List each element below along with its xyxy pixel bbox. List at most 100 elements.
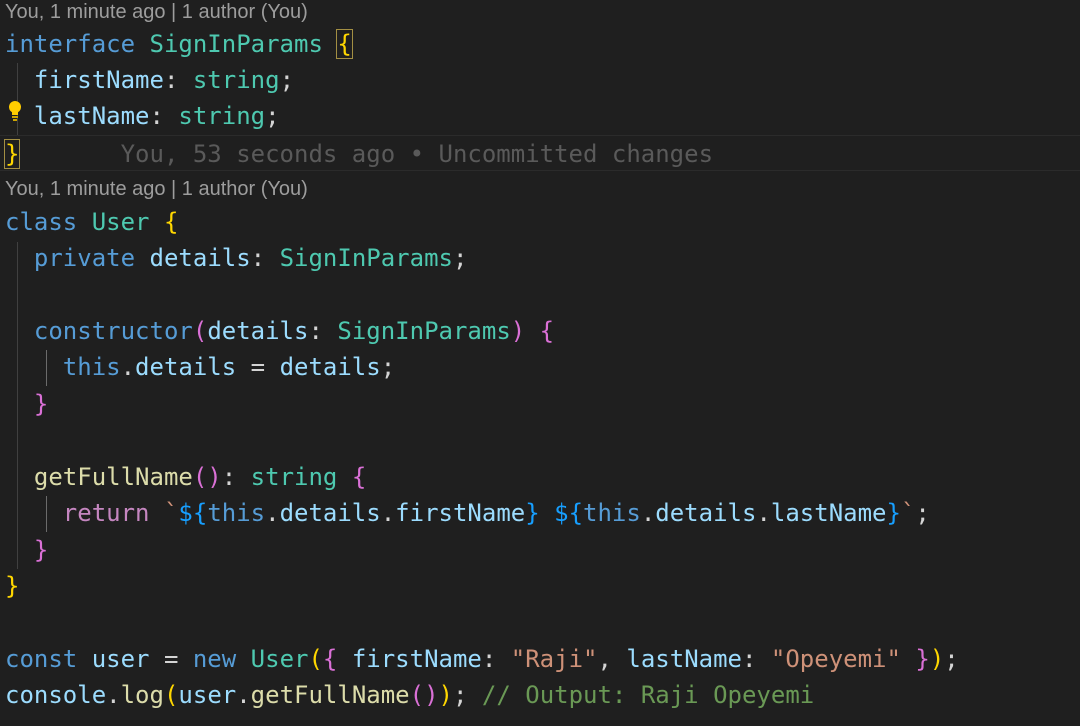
interpolation-token: ${	[554, 499, 584, 527]
property-token: lastName	[626, 645, 742, 673]
bracket-token: ()	[409, 681, 439, 709]
property-token: details	[135, 353, 237, 381]
keyword-token: this	[207, 499, 266, 527]
codelens-text[interactable]: You, 1 minute ago | 1 author (You)	[5, 0, 308, 24]
punctuation-token: :	[741, 645, 757, 673]
property-token: firstName	[33, 66, 164, 94]
code-line[interactable]: }	[0, 532, 1080, 568]
bracket-token: {	[351, 463, 367, 491]
punctuation-token: .	[106, 681, 121, 709]
bracket-token: {	[322, 645, 338, 673]
code-line[interactable]: }	[0, 568, 1080, 604]
type-token: User	[250, 645, 309, 673]
property-token: details	[279, 499, 381, 527]
keyword-token: this	[62, 353, 121, 381]
function-token: log	[120, 681, 164, 709]
code-line[interactable]: interface SignInParams {	[0, 26, 1080, 62]
codelens-text[interactable]: You, 1 minute ago | 1 author (You)	[5, 177, 308, 201]
operator-token: =	[149, 645, 193, 673]
keyword-token: constructor	[33, 317, 193, 345]
bracket-token: (	[192, 317, 208, 345]
keyword-token: const	[5, 645, 78, 673]
punctuation-token: .	[380, 499, 396, 527]
codelens-author[interactable]: You, 1 minute ago | 1 author (You)	[0, 177, 1080, 203]
type-token: string	[178, 102, 266, 130]
code-line[interactable]: lastName: string;	[0, 98, 1080, 134]
bracket-token: )	[510, 317, 526, 345]
type-token: string	[250, 463, 338, 491]
punctuation-token: .	[236, 681, 251, 709]
code-line[interactable]: class User {	[0, 204, 1080, 240]
string-token: `	[900, 499, 916, 527]
punctuation-token: ;	[279, 66, 295, 94]
property-token: details	[149, 244, 251, 272]
variable-token: details	[279, 353, 381, 381]
codelens-author[interactable]: You, 1 minute ago | 1 author (You)	[0, 0, 1080, 26]
type-token: SignInParams	[279, 244, 453, 272]
bracket-token: )	[438, 681, 453, 709]
punctuation-token: .	[265, 499, 280, 527]
punctuation-token: .	[640, 499, 656, 527]
bracket-token: {	[163, 208, 179, 236]
code-line-current[interactable]: } You, 53 seconds ago • Uncommitted chan…	[0, 135, 1080, 171]
punctuation-token: :	[221, 463, 237, 491]
bracket-token: (	[308, 645, 323, 673]
punctuation-token: :	[308, 317, 323, 345]
type-token: SignInParams	[149, 30, 323, 58]
punctuation-token: ;	[265, 102, 280, 130]
code-editor[interactable]: You, 1 minute ago | 1 author (You) inter…	[0, 0, 1080, 726]
lightbulb-icon[interactable]	[8, 100, 22, 122]
variable-token: user	[91, 645, 150, 673]
punctuation-token: ,	[597, 645, 612, 673]
bracket-token: )	[929, 645, 945, 673]
property-token: lastName	[33, 102, 150, 130]
parameter-token: details	[207, 317, 309, 345]
keyword-token: private	[33, 244, 136, 272]
punctuation-token: ;	[380, 353, 396, 381]
punctuation-token: ;	[452, 681, 468, 709]
variable-token: console	[5, 681, 107, 709]
string-token: "Opeyemi"	[770, 645, 901, 673]
string-token	[540, 499, 554, 527]
bracket-token: ()	[192, 463, 222, 491]
bracket-token: }	[33, 390, 49, 418]
code-line[interactable]: console.log(user.getFullName()); // Outp…	[0, 677, 1080, 713]
interpolation-token: }	[525, 499, 540, 527]
function-token: getFullName	[250, 681, 410, 709]
property-token: firstName	[351, 645, 482, 673]
keyword-token: class	[5, 208, 78, 236]
code-line[interactable]: return `${this.details.firstName} ${this…	[0, 495, 1080, 531]
string-token: `	[163, 499, 179, 527]
keyword-token: return	[62, 499, 150, 527]
interpolation-token: ${	[178, 499, 208, 527]
code-line[interactable]: private details: SignInParams;	[0, 240, 1080, 276]
keyword-token: interface	[5, 30, 136, 58]
punctuation-token: ;	[452, 244, 468, 272]
bracket-token: }	[33, 536, 49, 564]
keyword-token: new	[192, 645, 237, 673]
code-line[interactable]: getFullName(): string {	[0, 459, 1080, 495]
bracket-token: }	[3, 139, 21, 169]
code-line[interactable]: const user = new User({ firstName: "Raji…	[0, 641, 1080, 677]
code-line[interactable]: firstName: string;	[0, 62, 1080, 98]
punctuation-token: .	[120, 353, 136, 381]
operator-token: =	[236, 353, 280, 381]
bracket-token: }	[915, 645, 930, 673]
function-token: getFullName	[33, 463, 193, 491]
type-token: User	[91, 208, 150, 236]
punctuation-token: :	[149, 102, 164, 130]
punctuation-token: ;	[915, 499, 930, 527]
code-line[interactable]: this.details = details;	[0, 349, 1080, 385]
punctuation-token: ;	[944, 645, 959, 673]
interpolation-token: }	[886, 499, 901, 527]
punctuation-token: :	[481, 645, 497, 673]
property-token: firstName	[395, 499, 526, 527]
code-line[interactable]: }	[0, 386, 1080, 422]
bracket-token: }	[5, 572, 20, 600]
code-line[interactable]: constructor(details: SignInParams) {	[0, 313, 1080, 349]
punctuation-token: :	[250, 244, 266, 272]
variable-token: user	[178, 681, 237, 709]
bracket-token: (	[163, 681, 179, 709]
comment-token: // Output: Raji Opeyemi	[481, 681, 815, 709]
bracket-token: {	[336, 29, 353, 59]
